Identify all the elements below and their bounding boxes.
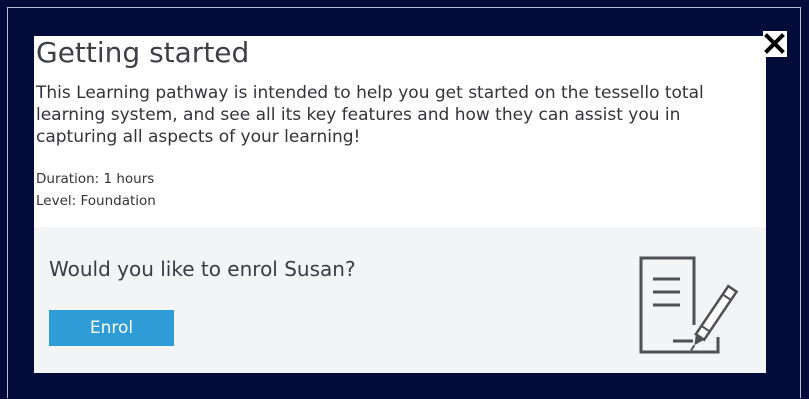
document-pen-icon [638,255,754,359]
pathway-level: Level: Foundation [36,193,156,209]
enrol-question: Would you like to enrol Susan? [49,257,356,281]
close-icon [764,33,785,54]
enrol-button[interactable]: Enrol [49,310,174,346]
enrol-panel: Would you like to enrol Susan? Enrol [34,227,766,373]
pathway-description: This Learning pathway is intended to hel… [36,83,704,147]
modal-title: Getting started [36,36,250,69]
pathway-duration: Duration: 1 hours [36,171,155,187]
close-button[interactable] [763,31,787,57]
enrol-modal: Getting started This Learning pathway is… [34,36,766,373]
